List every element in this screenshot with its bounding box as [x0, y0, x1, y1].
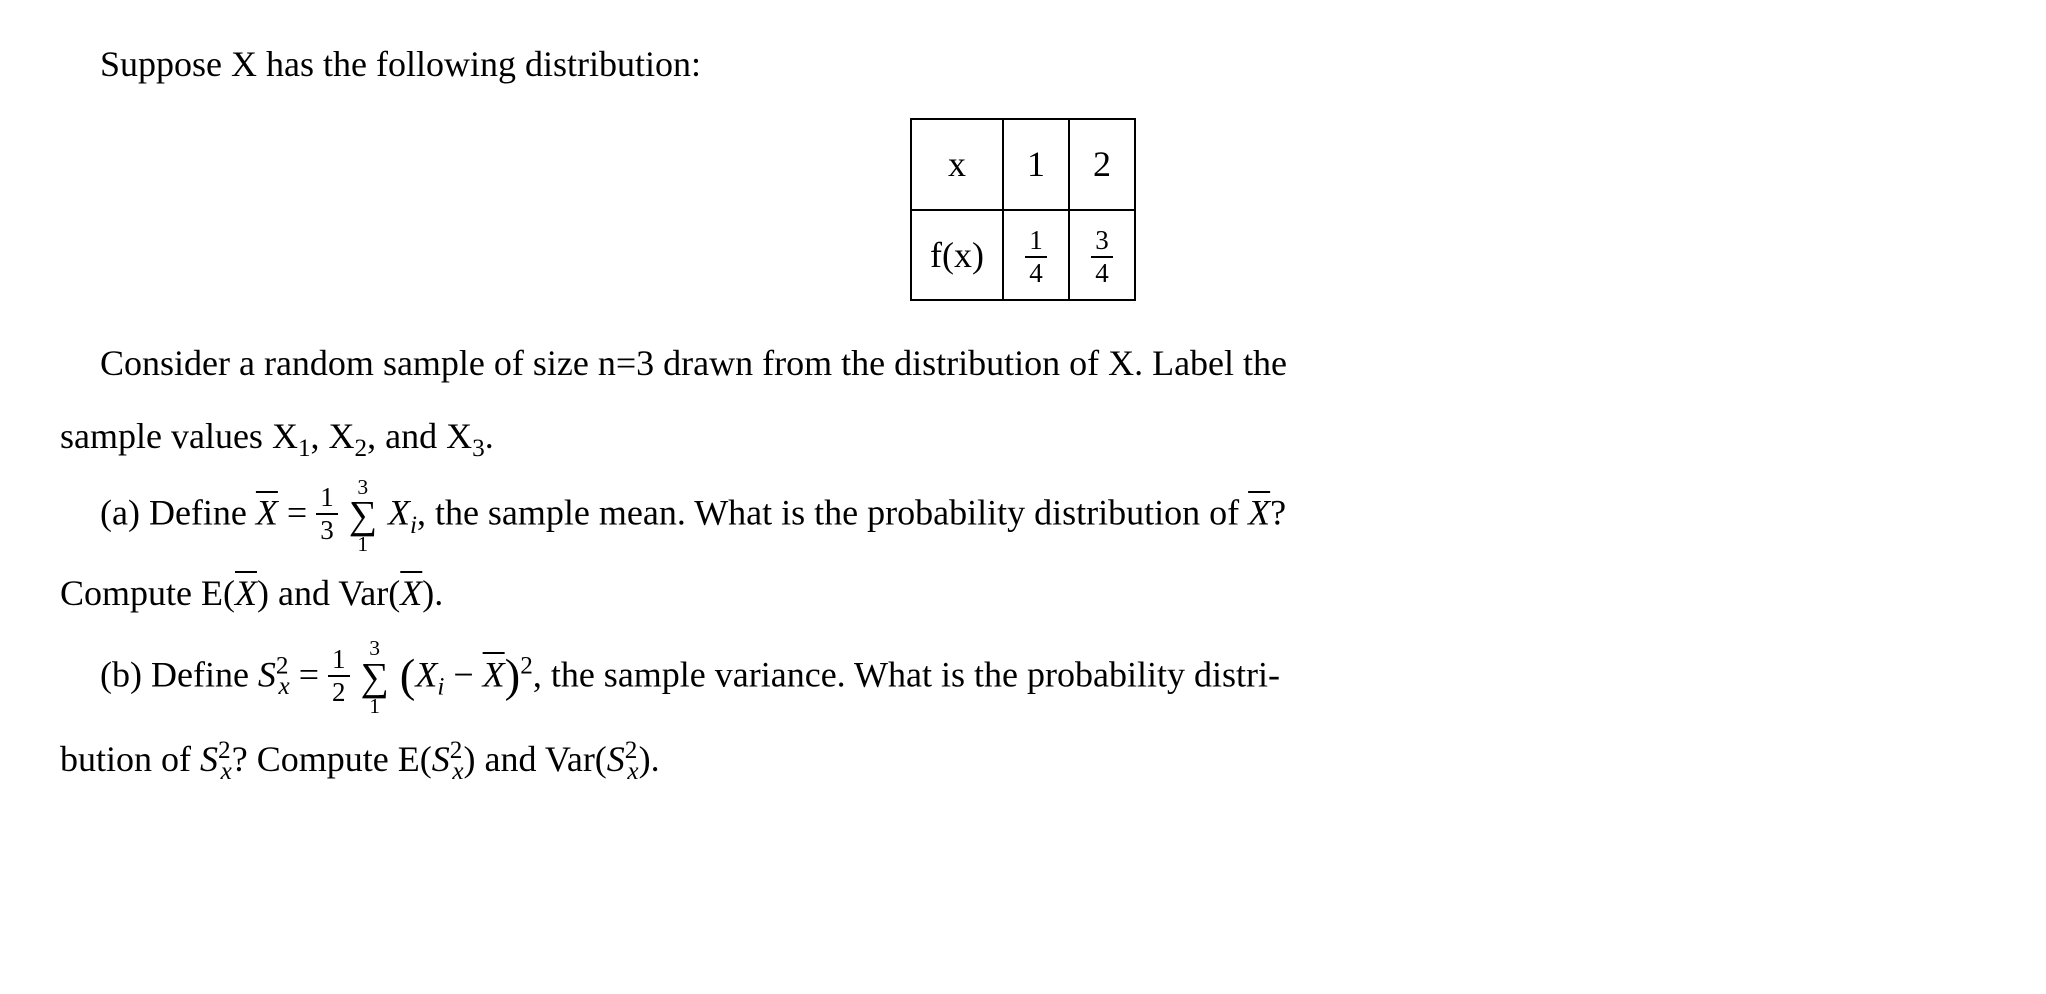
table-cell-2: 2 [1069, 119, 1135, 209]
table-cell-x: x [911, 119, 1003, 209]
consider-line-1: Consider a random sample of size n=3 dra… [60, 329, 1986, 397]
distribution-table: x 1 2 f(x) 1 4 3 4 [910, 118, 1136, 301]
consider-line-2: sample values X1, X2, and X3. [60, 402, 1986, 473]
table-cell-1: 1 [1003, 119, 1069, 209]
table-cell-frac34: 3 4 [1069, 210, 1135, 300]
table-cell-frac14: 1 4 [1003, 210, 1069, 300]
table-cell-fx: f(x) [911, 210, 1003, 300]
intro-text: Suppose X has the following distribution… [60, 30, 1986, 98]
part-b-line-2: bution of S2x? Compute E(S2x) and Var(S2… [60, 725, 1986, 796]
part-a-line-1: (a) Define X = 13 3 ∑ 1 Xi, the sample m… [60, 477, 1986, 556]
part-b-line-1: (b) Define S2x = 12 3 ∑ 1 (Xi − X)2, the… [60, 632, 1986, 721]
part-a-line-2: Compute E(X) and Var(X). [60, 559, 1986, 627]
